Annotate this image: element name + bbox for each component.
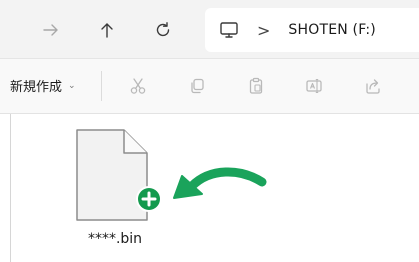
address-bar[interactable]: > SHOTEN (F:) [205, 8, 419, 52]
arrow-right-icon [43, 24, 58, 36]
breadcrumb-separator: > [257, 20, 271, 40]
cut-icon [130, 78, 146, 94]
navigation-bar: > SHOTEN (F:) [0, 0, 419, 59]
chevron-down-icon: ⌄ [68, 80, 76, 91]
up-button[interactable] [92, 15, 122, 45]
file-explorer-window: > SHOTEN (F:) 新規作成 ⌄ ****.bin [0, 0, 419, 262]
new-button[interactable]: 新規作成 ⌄ [10, 76, 76, 95]
add-plus-icon [136, 186, 162, 212]
refresh-icon [156, 22, 170, 37]
paste-icon [249, 77, 263, 94]
forward-button[interactable] [36, 15, 66, 45]
computer-icon [219, 20, 239, 40]
cut-button[interactable] [128, 76, 148, 96]
rename-icon [306, 78, 322, 94]
pointer-arrow-icon [173, 167, 267, 199]
share-icon [366, 79, 380, 94]
refresh-button[interactable] [148, 15, 178, 45]
rename-button[interactable] [304, 76, 324, 96]
arrow-up-icon [101, 23, 113, 38]
copy-icon [191, 78, 204, 94]
share-button[interactable] [363, 76, 383, 96]
toolbar-divider [101, 71, 102, 101]
new-button-label: 新規作成 [10, 80, 63, 95]
navigation-pane-divider [10, 114, 11, 262]
command-bar: 新規作成 ⌄ [0, 59, 419, 114]
copy-button[interactable] [187, 76, 207, 96]
breadcrumb-drive[interactable]: SHOTEN (F:) [288, 22, 376, 38]
file-name: ****.bin [87, 231, 143, 247]
paste-button[interactable] [246, 76, 266, 96]
